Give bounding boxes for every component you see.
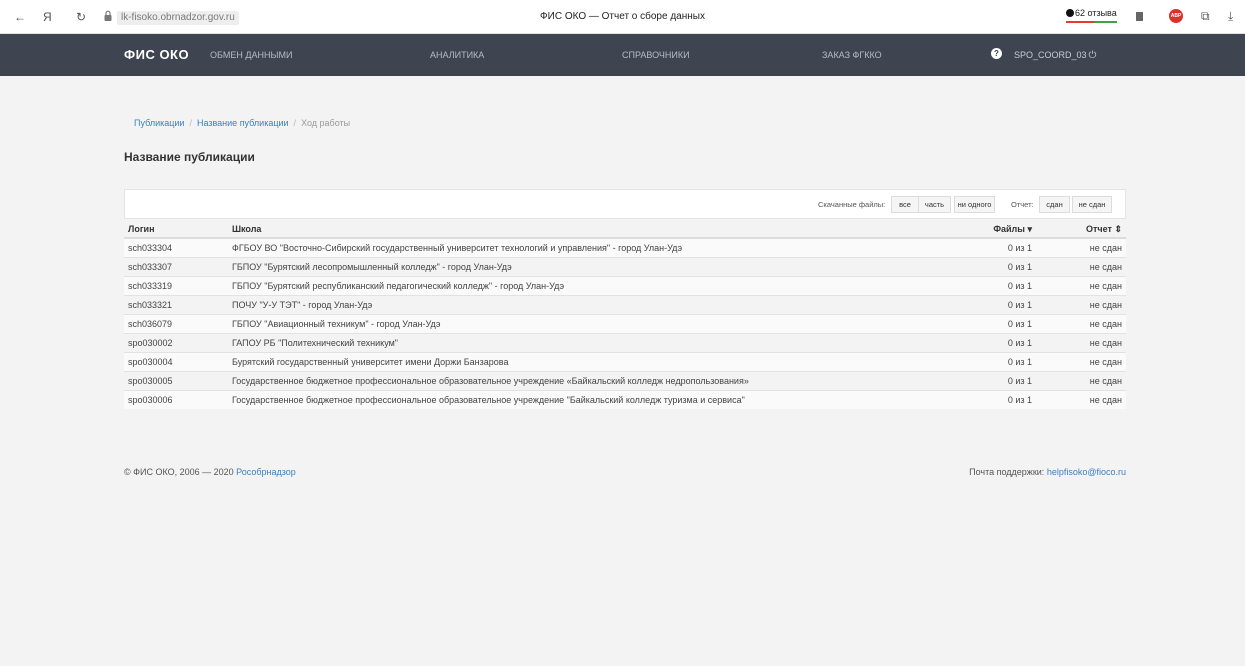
table-row: spo030006 Государственное бюджетное профе… xyxy=(124,389,1126,409)
bookmark-icon[interactable] xyxy=(1136,12,1143,21)
cell-report: не сдан xyxy=(1036,313,1126,333)
nav-item-fgkko-order[interactable]: ЗАКАЗ ФГККО xyxy=(822,50,882,61)
cell-report: не сдан xyxy=(1036,256,1126,276)
cell-login: spo030005 xyxy=(124,370,228,390)
report-filter-label: Отчет: xyxy=(1011,200,1034,209)
breadcrumb-publication-name[interactable]: Название публикации xyxy=(197,118,289,128)
cell-files: 0 из 1 xyxy=(966,370,1036,390)
cell-files: 0 из 1 xyxy=(966,389,1036,409)
cell-school: Государственное бюджетное профессиональн… xyxy=(228,389,966,409)
files-filter-all-button[interactable]: все xyxy=(891,196,919,213)
table-header-row: Логин Школа Файлы ▾ Отчет ⇕ xyxy=(124,221,1126,239)
cell-files: 0 из 1 xyxy=(966,351,1036,371)
cell-school: Бурятский государственный университет им… xyxy=(228,351,966,371)
table-row: spo030004 Бурятский государственный униве… xyxy=(124,351,1126,371)
breadcrumb-publications[interactable]: Публикации xyxy=(134,118,184,128)
header-school: Школа xyxy=(228,221,966,239)
header-login: Логин xyxy=(124,221,228,239)
header-files[interactable]: Файлы ▾ xyxy=(966,221,1036,239)
cell-school: ГАПОУ РБ "Политехнический техникум" xyxy=(228,332,966,352)
cell-school: ФГБОУ ВО "Восточно-Сибирский государстве… xyxy=(228,237,966,257)
cell-report: не сдан xyxy=(1036,351,1126,371)
cell-login: spo030006 xyxy=(124,389,228,409)
cell-login: sch033321 xyxy=(124,294,228,314)
help-icon[interactable]: ? xyxy=(991,48,1002,59)
cell-report: не сдан xyxy=(1036,332,1126,352)
cell-report: не сдан xyxy=(1036,389,1126,409)
report-filter-submitted-button[interactable]: сдан xyxy=(1039,196,1070,213)
files-filter-label: Скачанные файлы: xyxy=(818,200,886,209)
browser-toolbar: ← Я ↻ lk-fisoko.obrnadzor.gov.ru ФИС ОКО… xyxy=(0,0,1245,34)
cell-report: не сдан xyxy=(1036,294,1126,314)
cell-files: 0 из 1 xyxy=(966,294,1036,314)
support-email-link[interactable]: helpfisoko@fioco.ru xyxy=(1047,467,1126,477)
user-menu[interactable]: SPO_COORD_03 ⏻ xyxy=(1014,50,1096,61)
user-login: SPO_COORD_03 xyxy=(1014,50,1087,60)
table-row: sch033319 ГБПОУ "Бурятский республикански… xyxy=(124,275,1126,295)
brand-logo[interactable]: ФИС ОКО xyxy=(124,48,189,62)
adblock-icon[interactable]: ABP xyxy=(1169,9,1183,23)
cell-login: sch033307 xyxy=(124,256,228,276)
table-row: spo030002 ГАПОУ РБ "Политехнический техни… xyxy=(124,332,1126,352)
download-icon[interactable]: ⤓ xyxy=(1228,9,1233,24)
cell-login: spo030002 xyxy=(124,332,228,352)
table-row: spo030005 Государственное бюджетное профе… xyxy=(124,370,1126,390)
cell-files: 0 из 1 xyxy=(966,313,1036,333)
cell-school: Государственное бюджетное профессиональн… xyxy=(228,370,966,390)
cell-login: sch036079 xyxy=(124,313,228,333)
reviews-count: 62 отзыва xyxy=(1075,8,1117,18)
cell-school: ПОЧУ "У-У ТЭТ" - город Улан-Удэ xyxy=(228,294,966,314)
cell-report: не сдан xyxy=(1036,370,1126,390)
cell-school: ГБПОУ "Авиационный техникум" - город Ула… xyxy=(228,313,966,333)
cell-files: 0 из 1 xyxy=(966,275,1036,295)
nav-item-analytics[interactable]: АНАЛИТИКА xyxy=(430,50,484,61)
cell-files: 0 из 1 xyxy=(966,237,1036,257)
cell-login: sch033319 xyxy=(124,275,228,295)
breadcrumb-separator: / xyxy=(293,118,297,128)
support-label: Почта поддержки: xyxy=(969,467,1045,477)
header-files-label: Файлы xyxy=(993,223,1025,234)
cell-report: не сдан xyxy=(1036,237,1126,257)
footer-support: Почта поддержки: helpfisoko@fioco.ru xyxy=(969,467,1126,478)
cell-files: 0 из 1 xyxy=(966,256,1036,276)
sort-desc-icon: ▾ xyxy=(1027,223,1032,234)
site-navbar: ФИС ОКО ОБМЕН ДАННЫМИ АНАЛИТИКА СПРАВОЧН… xyxy=(0,34,1245,76)
table-row: sch033304 ФГБОУ ВО "Восточно-Сибирский го… xyxy=(124,237,1126,257)
cell-school: ГБПОУ "Бурятский республиканский педагог… xyxy=(228,275,966,295)
filter-toolbar: Скачанные файлы: все часть ни одного Отч… xyxy=(124,189,1126,219)
reviews-rating-bar xyxy=(1066,21,1117,23)
cell-school: ГБПОУ "Бурятский лесопромышленный коллед… xyxy=(228,256,966,276)
table-row: sch036079 ГБПОУ "Авиационный техникум" - … xyxy=(124,313,1126,333)
page-title: Название публикации xyxy=(124,150,255,164)
files-filter-partial-button[interactable]: часть xyxy=(918,196,951,213)
tab-title: ФИС ОКО — Отчет о сборе данных xyxy=(540,11,705,22)
logout-icon[interactable]: ⏻ xyxy=(1089,50,1097,61)
breadcrumb-separator: / xyxy=(189,118,192,128)
files-filter-none-button[interactable]: ни одного xyxy=(954,196,995,213)
rosobrnadzor-link[interactable]: Рособрнадзор xyxy=(236,467,296,477)
cell-login: sch033304 xyxy=(124,237,228,257)
extension-icon[interactable]: ⧉ xyxy=(1201,9,1210,24)
reviews-dot-icon xyxy=(1066,9,1074,17)
report-filter-not-submitted-button[interactable]: не сдан xyxy=(1072,196,1112,213)
cell-files: 0 из 1 xyxy=(966,332,1036,352)
schools-table: Логин Школа Файлы ▾ Отчет ⇕ sch033304 ФГБ… xyxy=(124,221,1126,409)
cell-report: не сдан xyxy=(1036,275,1126,295)
nav-item-data-exchange[interactable]: ОБМЕН ДАННЫМИ xyxy=(210,50,292,61)
table-row: sch033307 ГБПОУ "Бурятский лесопромышленн… xyxy=(124,256,1126,276)
table-row: sch033321 ПОЧУ "У-У ТЭТ" - город Улан-Удэ… xyxy=(124,294,1126,314)
sort-icon: ⇕ xyxy=(1114,223,1122,234)
footer-copyright: © ФИС ОКО, 2006 — 2020 Рособрнадзор xyxy=(124,467,296,478)
header-report[interactable]: Отчет ⇕ xyxy=(1036,221,1126,239)
header-report-label: Отчет xyxy=(1086,223,1112,234)
breadcrumb: Публикации / Название публикации / Ход работ… xyxy=(134,118,350,129)
nav-item-directories[interactable]: СПРАВОЧНИКИ xyxy=(622,50,690,61)
breadcrumb-current: Ход работы xyxy=(301,118,351,128)
copyright-text: © ФИС ОКО, 2006 — 2020 xyxy=(124,467,234,477)
cell-login: spo030004 xyxy=(124,351,228,371)
reviews-widget[interactable]: 62 отзыва xyxy=(1066,8,1117,23)
